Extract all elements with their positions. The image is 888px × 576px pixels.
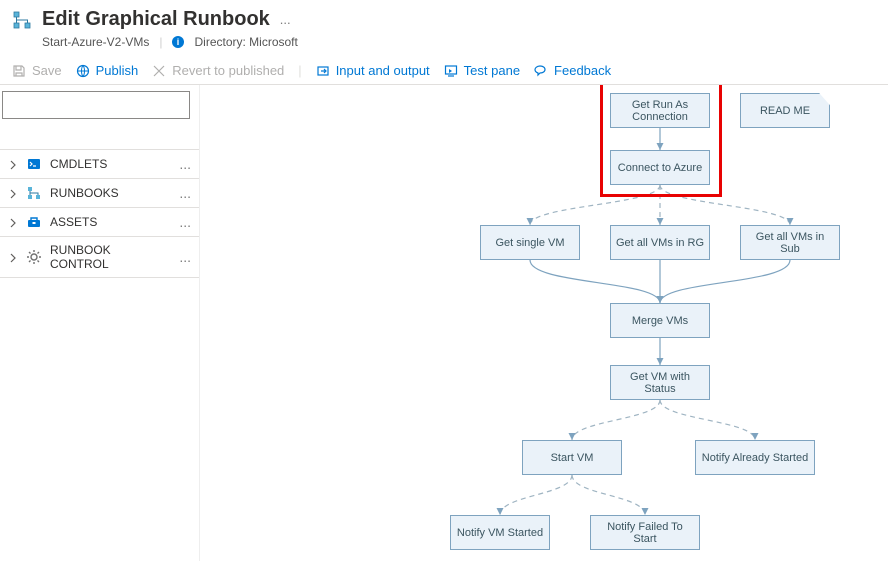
node-get-vms-rg[interactable]: Get all VMs in RG <box>610 225 710 260</box>
item-more-button[interactable]: ... <box>179 214 191 230</box>
runbook-name: Start-Azure-V2-VMs <box>42 35 149 49</box>
gear-icon <box>26 249 42 265</box>
sidebar-item-label: RUNBOOKS <box>50 186 119 200</box>
node-get-vms-sub[interactable]: Get all VMs in Sub <box>740 225 840 260</box>
subheader: Start-Azure-V2-VMs | i Directory: Micros… <box>0 35 888 57</box>
input-output-button[interactable]: Input and output <box>316 63 430 78</box>
save-icon <box>12 64 26 78</box>
chevron-right-icon <box>8 252 18 262</box>
test-pane-icon <box>444 64 458 78</box>
feedback-button[interactable]: Feedback <box>534 63 611 78</box>
node-connect-azure[interactable]: Connect to Azure <box>610 150 710 185</box>
node-merge-vms[interactable]: Merge VMs <box>610 303 710 338</box>
runbook-canvas[interactable]: Get Run As Connection READ ME Connect to… <box>200 85 888 561</box>
info-icon: i <box>172 36 184 48</box>
save-button[interactable]: Save <box>12 63 62 78</box>
item-more-button[interactable]: ... <box>179 185 191 201</box>
chevron-right-icon <box>8 159 18 169</box>
library-sidebar: CMDLETS ... RUNBOOKS ... ASSETS ... <box>0 85 200 561</box>
more-actions-button[interactable]: ... <box>280 12 291 27</box>
directory-label: Directory: Microsoft <box>194 35 297 49</box>
sidebar-item-runbook-control[interactable]: RUNBOOK CONTROL ... <box>0 237 199 278</box>
sidebar-item-label: CMDLETS <box>50 157 107 171</box>
search-input[interactable] <box>2 91 190 119</box>
sidebar-item-assets[interactable]: ASSETS ... <box>0 208 199 237</box>
publish-button[interactable]: Publish <box>76 63 139 78</box>
runbooks-icon <box>26 185 42 201</box>
svg-text:i: i <box>177 37 180 47</box>
node-start-vm[interactable]: Start VM <box>522 440 622 475</box>
node-notify-failed-start[interactable]: Notify Failed To Start <box>590 515 700 550</box>
cmdlets-icon <box>26 156 42 172</box>
page-header: Edit Graphical Runbook ... <box>0 0 888 35</box>
sidebar-item-runbooks[interactable]: RUNBOOKS ... <box>0 179 199 208</box>
revert-button[interactable]: Revert to published <box>152 63 284 78</box>
runbook-icon <box>12 10 32 30</box>
sidebar-item-label: RUNBOOK CONTROL <box>50 243 171 271</box>
divider: | <box>159 35 162 49</box>
revert-icon <box>152 64 166 78</box>
toolbar-divider: | <box>298 63 301 78</box>
publish-icon <box>76 64 90 78</box>
node-get-run-as[interactable]: Get Run As Connection <box>610 93 710 128</box>
page-title: Edit Graphical Runbook <box>42 8 270 31</box>
node-readme[interactable]: READ ME <box>740 93 830 128</box>
test-pane-button[interactable]: Test pane <box>444 63 520 78</box>
sidebar-item-cmdlets[interactable]: CMDLETS ... <box>0 150 199 179</box>
input-output-icon <box>316 64 330 78</box>
toolbar: Save Publish Revert to published | Input… <box>0 57 888 85</box>
node-notify-vm-started[interactable]: Notify VM Started <box>450 515 550 550</box>
chevron-right-icon <box>8 188 18 198</box>
chevron-right-icon <box>8 217 18 227</box>
node-notify-already-started[interactable]: Notify Already Started <box>695 440 815 475</box>
node-get-single-vm[interactable]: Get single VM <box>480 225 580 260</box>
sidebar-item-label: ASSETS <box>50 215 97 229</box>
item-more-button[interactable]: ... <box>179 249 191 265</box>
node-get-vm-status[interactable]: Get VM with Status <box>610 365 710 400</box>
item-more-button[interactable]: ... <box>179 156 191 172</box>
feedback-icon <box>534 64 548 78</box>
assets-icon <box>26 214 42 230</box>
